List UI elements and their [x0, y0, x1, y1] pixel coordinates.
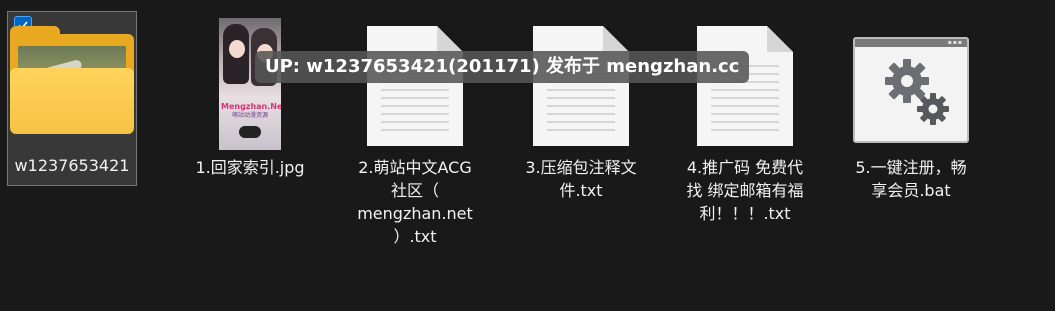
- file-item-text[interactable]: 3.压缩包注释文 件.txt: [506, 12, 656, 202]
- file-name: 1.回家索引.jpg: [195, 158, 305, 177]
- thumbnail-sub-text: 萌站动漫资源: [231, 112, 268, 119]
- file-name: 5.一键注册，畅 享会员.bat: [855, 158, 967, 200]
- file-name: w1237653421: [14, 156, 130, 175]
- file-item-image[interactable]: Mengzhan.Net 萌站动漫资源 1.回家索引.jpg: [175, 12, 325, 179]
- text-document-icon: [533, 26, 629, 146]
- file-name: 2.萌站中文ACG 社区（ mengzhan.net ）.txt: [357, 158, 473, 246]
- text-document-icon: [367, 26, 463, 146]
- file-item-text[interactable]: 4.推广码 免费代 找 绑定邮箱有福 利！！！.txt: [670, 12, 820, 225]
- file-name: 4.推广码 免费代 找 绑定邮箱有福 利！！！.txt: [686, 158, 804, 223]
- file-item-batch[interactable]: ▪▪▪ 5.一键注册，畅 享会员.bat: [836, 12, 986, 202]
- file-item-folder[interactable]: w1237653421: [7, 11, 137, 186]
- gear-settings-icon: ▪▪▪: [853, 37, 969, 143]
- folder-icon: [10, 26, 134, 134]
- watermark-tooltip: UP: w1237653421(201171) 发布于 mengzhan.cc: [255, 51, 750, 83]
- file-name: 3.压缩包注释文 件.txt: [525, 158, 637, 200]
- image-thumbnail: Mengzhan.Net 萌站动漫资源: [219, 18, 281, 150]
- text-document-icon: [697, 26, 793, 146]
- file-item-text[interactable]: 2.萌站中文ACG 社区（ mengzhan.net ）.txt: [340, 12, 490, 248]
- thumbnail-brand-text: Mengzhan.Net: [221, 102, 281, 111]
